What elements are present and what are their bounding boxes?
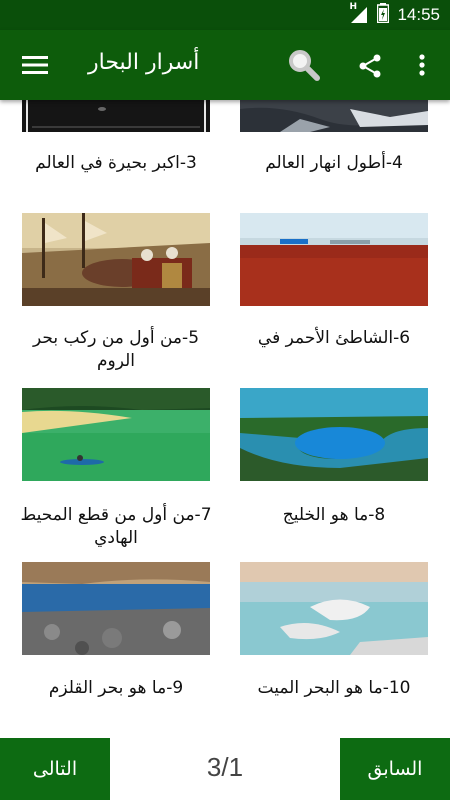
article-thumbnail-5[interactable] bbox=[22, 213, 210, 306]
article-thumbnail-8[interactable] bbox=[240, 388, 428, 481]
article-title-3[interactable]: 3-اكبر بحيرة في العالم bbox=[18, 152, 214, 175]
app-title: أسرار البحار bbox=[88, 50, 200, 75]
article-title-10[interactable]: 10-ما هو البحر الميت bbox=[236, 677, 432, 700]
articles-grid[interactable]: 3-اكبر بحيرة في العالم 4-أطول انهار العا… bbox=[0, 100, 450, 738]
status-time: 14:55 bbox=[397, 5, 440, 24]
article-title-6[interactable]: 6-الشاطئ الأحمر في bbox=[236, 327, 432, 350]
article-title-4[interactable]: 4-أطول انهار العالم bbox=[236, 152, 432, 175]
article-title-8[interactable]: 8-ما هو الخليج bbox=[236, 504, 432, 527]
next-button[interactable]: التالى bbox=[0, 738, 110, 800]
article-thumbnail-9[interactable] bbox=[22, 562, 210, 655]
article-thumbnail-4[interactable] bbox=[240, 100, 428, 132]
article-thumbnail-7[interactable] bbox=[22, 388, 210, 481]
article-thumbnail-10[interactable] bbox=[240, 562, 428, 655]
network-signal-icon: H bbox=[349, 2, 369, 25]
status-icons: H 14:55 bbox=[349, 0, 440, 30]
share-icon[interactable] bbox=[356, 52, 384, 80]
page-indicator: 3/1 bbox=[206, 752, 244, 782]
battery-icon bbox=[377, 3, 390, 27]
article-thumbnail-3[interactable] bbox=[22, 100, 210, 132]
search-icon[interactable] bbox=[286, 47, 322, 83]
app-bar: أسرار البحار bbox=[0, 30, 450, 100]
status-bar: H 14:55 bbox=[0, 0, 450, 30]
article-title-7[interactable]: 7-من أول من قطع المحيط الهادي bbox=[18, 504, 214, 550]
article-title-9[interactable]: 9-ما هو بحر القلزم bbox=[18, 677, 214, 700]
network-type-label: H bbox=[349, 2, 357, 12]
article-title-5[interactable]: 5-من أول من ركب بحر الروم bbox=[18, 327, 214, 373]
menu-icon[interactable] bbox=[20, 52, 50, 78]
more-vert-icon[interactable] bbox=[412, 52, 432, 78]
previous-button[interactable]: السابق bbox=[340, 738, 450, 800]
article-thumbnail-6[interactable] bbox=[240, 213, 428, 306]
footer-nav: التالى 3/1 السابق bbox=[0, 738, 450, 800]
